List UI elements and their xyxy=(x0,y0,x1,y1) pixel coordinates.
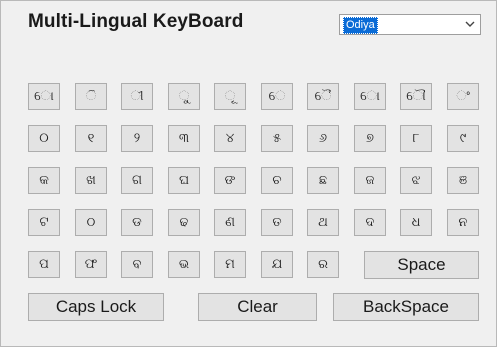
char-key[interactable]: ୮ xyxy=(400,125,432,152)
char-key[interactable]: ଛ xyxy=(307,167,339,194)
char-key[interactable]: ନ xyxy=(447,209,479,236)
clear-button[interactable]: Clear xyxy=(198,293,317,321)
backspace-button[interactable]: BackSpace xyxy=(333,293,479,321)
char-key[interactable]: ଡ xyxy=(121,209,153,236)
char-key[interactable]: କ xyxy=(28,167,60,194)
keyboard-window: Multi-Lingual KeyBoard Odiya ୋିୀୁୂେୈୋୌଂ ୦… xyxy=(0,0,497,347)
char-key[interactable]: ଢ xyxy=(168,209,200,236)
char-key[interactable]: ପ xyxy=(28,251,60,278)
char-key[interactable]: ଠ xyxy=(75,209,107,236)
char-key[interactable]: ଦ xyxy=(354,209,386,236)
language-select[interactable]: Odiya xyxy=(339,14,481,35)
char-key[interactable]: ଫ xyxy=(75,251,107,278)
char-key[interactable]: ଙ xyxy=(214,167,246,194)
char-key[interactable]: ୌ xyxy=(400,83,432,110)
char-key[interactable]: ବ xyxy=(121,251,153,278)
char-key[interactable]: ୂ xyxy=(214,83,246,110)
char-key[interactable]: ଗ xyxy=(121,167,153,194)
space-button[interactable]: Space xyxy=(364,251,479,279)
char-key[interactable]: ୋ xyxy=(354,83,386,110)
char-key[interactable]: ୈ xyxy=(307,83,339,110)
char-key[interactable]: ୫ xyxy=(261,125,293,152)
char-key[interactable]: ୨ xyxy=(121,125,153,152)
char-key[interactable]: ଖ xyxy=(75,167,107,194)
char-key[interactable]: ତ xyxy=(261,209,293,236)
char-key[interactable]: ଯ xyxy=(261,251,293,278)
char-key[interactable]: ଥ xyxy=(307,209,339,236)
char-key[interactable]: ି xyxy=(75,83,107,110)
caps-lock-button[interactable]: Caps Lock xyxy=(28,293,164,321)
language-select-value: Odiya xyxy=(343,17,378,34)
char-key[interactable]: ଧ xyxy=(400,209,432,236)
app-title: Multi-Lingual KeyBoard xyxy=(28,11,244,32)
char-key[interactable]: ୭ xyxy=(354,125,386,152)
char-key[interactable]: ୧ xyxy=(75,125,107,152)
char-key[interactable]: ଂ xyxy=(447,83,479,110)
chevron-down-icon xyxy=(465,21,475,27)
char-key[interactable]: ୦ xyxy=(28,125,60,152)
char-key[interactable]: ଭ xyxy=(168,251,200,278)
char-key[interactable]: ଘ xyxy=(168,167,200,194)
char-key[interactable]: ୁ xyxy=(168,83,200,110)
char-key[interactable]: ମ xyxy=(214,251,246,278)
char-key[interactable]: ୋ xyxy=(28,83,60,110)
char-key[interactable]: ଚ xyxy=(261,167,293,194)
char-key[interactable]: ୪ xyxy=(214,125,246,152)
char-key[interactable]: ୯ xyxy=(447,125,479,152)
char-key[interactable]: ୬ xyxy=(307,125,339,152)
char-key[interactable]: ୩ xyxy=(168,125,200,152)
char-key[interactable]: ଝ xyxy=(400,167,432,194)
char-key[interactable]: ଜ xyxy=(354,167,386,194)
char-key[interactable]: ଞ xyxy=(447,167,479,194)
char-key[interactable]: ଣ xyxy=(214,209,246,236)
char-key[interactable]: ଟ xyxy=(28,209,60,236)
char-key[interactable]: େ xyxy=(261,83,293,110)
char-key[interactable]: ର xyxy=(307,251,339,278)
char-key[interactable]: ୀ xyxy=(121,83,153,110)
